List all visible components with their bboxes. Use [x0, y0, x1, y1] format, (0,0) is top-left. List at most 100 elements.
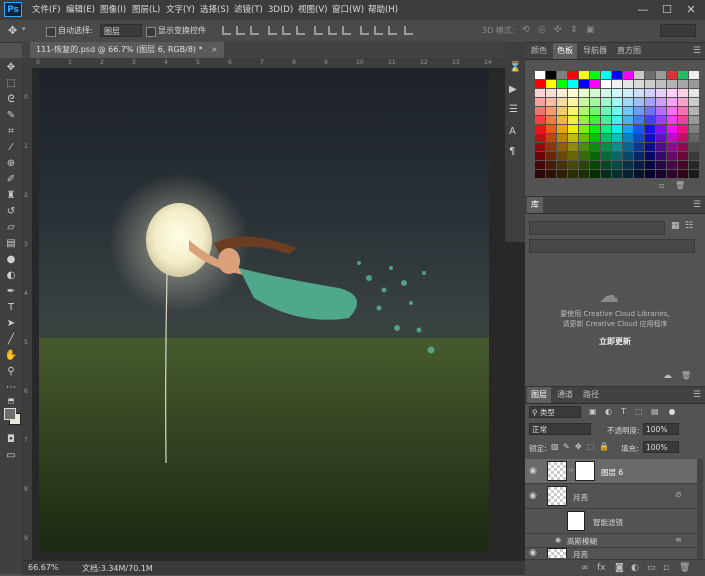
color-swatch[interactable] [667, 98, 677, 106]
menu-3d[interactable]: 3D(D) [268, 0, 293, 20]
color-swatch[interactable] [568, 116, 578, 124]
color-swatch[interactable] [612, 161, 622, 169]
lock-position-icon[interactable]: ✥ [575, 442, 582, 451]
color-swatch[interactable] [634, 161, 644, 169]
color-swatch[interactable] [645, 152, 655, 160]
color-swatch[interactable] [557, 161, 567, 169]
library-select[interactable] [529, 221, 665, 235]
color-swatch[interactable] [689, 134, 699, 142]
color-swatch[interactable] [546, 80, 556, 88]
color-swatch[interactable] [623, 98, 633, 106]
color-swatch[interactable] [645, 143, 655, 151]
color-swatch[interactable] [601, 152, 611, 160]
color-swatch[interactable] [568, 107, 578, 115]
color-swatch[interactable] [667, 152, 677, 160]
color-swatch[interactable] [645, 125, 655, 133]
color-swatch[interactable] [557, 143, 567, 151]
auto-align-icon[interactable] [404, 26, 413, 35]
color-swatch[interactable] [557, 89, 567, 97]
color-swatch[interactable] [590, 80, 600, 88]
color-swatch[interactable] [601, 89, 611, 97]
pen-tool-icon[interactable]: ✒ [3, 284, 19, 299]
marquee-tool-icon[interactable]: ⬚ [3, 76, 19, 91]
color-swatch[interactable] [557, 71, 567, 79]
color-swatch[interactable] [623, 170, 633, 178]
color-swatch[interactable] [689, 143, 699, 151]
layers-scrollbar[interactable] [697, 459, 703, 559]
color-swatch[interactable] [568, 143, 578, 151]
color-swatch[interactable] [590, 152, 600, 160]
document-image[interactable] [39, 68, 489, 552]
color-swatch[interactable] [579, 134, 589, 142]
menu-layer[interactable]: 图层(L) [132, 0, 160, 20]
color-swatch[interactable] [656, 125, 666, 133]
menu-filter[interactable]: 滤镜(T) [234, 0, 263, 20]
move-tool-icon[interactable]: ✥ [3, 60, 19, 75]
color-swatch[interactable] [612, 134, 622, 142]
path-select-tool-icon[interactable]: ➤ [3, 316, 19, 331]
color-swatch[interactable] [645, 89, 655, 97]
color-swatch[interactable] [601, 116, 611, 124]
color-swatch[interactable] [535, 89, 545, 97]
tab-paths[interactable]: 路径 [579, 387, 603, 403]
color-swatch[interactable] [689, 161, 699, 169]
document-tab[interactable]: 111-恢复的.psd @ 66.7% (图层 6, RGB/8) * × [30, 42, 224, 58]
tab-histogram[interactable]: 直方图 [613, 43, 645, 59]
menu-edit[interactable]: 编辑(E) [66, 0, 95, 20]
color-swatch[interactable] [645, 170, 655, 178]
lock-artboard-icon[interactable]: ⬚ [587, 442, 595, 451]
color-swatch[interactable] [590, 143, 600, 151]
color-swatch[interactable] [546, 107, 556, 115]
color-swatch[interactable] [656, 152, 666, 160]
color-swatch[interactable] [590, 98, 600, 106]
color-swatch[interactable] [667, 116, 677, 124]
color-swatch[interactable] [568, 71, 578, 79]
adjustment-layer-icon[interactable]: ◐ [631, 563, 639, 573]
menu-view[interactable]: 视图(V) [298, 0, 327, 20]
color-swatch[interactable] [612, 80, 622, 88]
color-swatch[interactable] [656, 170, 666, 178]
eyedropper-tool-icon[interactable]: ⁄ [3, 140, 19, 155]
color-swatch[interactable] [546, 134, 556, 142]
menu-type[interactable]: 文字(Y) [166, 0, 195, 20]
color-swatch[interactable] [601, 161, 611, 169]
color-swatch[interactable] [678, 152, 688, 160]
color-swatch[interactable] [623, 89, 633, 97]
blend-mode-dropdown[interactable]: 正常 [529, 423, 591, 435]
color-swatch[interactable] [590, 161, 600, 169]
filter-shape-icon[interactable]: ⬚ [635, 407, 643, 416]
color-swatch[interactable] [579, 125, 589, 133]
color-swatch[interactable] [689, 98, 699, 106]
color-swatch[interactable] [645, 80, 655, 88]
distribute-bottom-icon[interactable] [342, 26, 351, 35]
color-swatch[interactable] [623, 125, 633, 133]
minimize-button[interactable]: — [632, 0, 654, 20]
color-swatch[interactable] [579, 107, 589, 115]
add-mask-icon[interactable]: ◙ [615, 563, 624, 573]
color-swatch[interactable] [535, 134, 545, 142]
color-swatch[interactable] [601, 143, 611, 151]
close-window-button[interactable]: ✕ [680, 0, 702, 20]
smart-filter-row[interactable]: 智能滤镜 [525, 509, 697, 534]
color-swatch[interactable] [623, 107, 633, 115]
3d-rotate-icon[interactable]: ⟲ [522, 25, 530, 35]
filter-smart-object-icon[interactable]: ▤ [651, 407, 659, 416]
color-swatch[interactable] [667, 143, 677, 151]
distribute-right-icon[interactable] [388, 26, 397, 35]
color-swatch[interactable] [601, 80, 611, 88]
delete-layer-icon[interactable]: 🗑 [679, 563, 690, 573]
color-swatch[interactable] [634, 170, 644, 178]
color-swatch[interactable] [634, 71, 644, 79]
grid-view-icon[interactable]: ▦ [671, 221, 680, 231]
color-swatch[interactable] [678, 71, 688, 79]
more-tools-icon[interactable]: ⋯ [3, 380, 19, 395]
maximize-button[interactable]: ☐ [656, 0, 678, 20]
crop-tool-icon[interactable]: ⌗ [3, 124, 19, 139]
color-swatch[interactable] [612, 125, 622, 133]
smart-filter-mask-thumbnail[interactable] [567, 511, 585, 531]
swatches-menu-icon[interactable]: ☰ [693, 46, 701, 56]
color-swatch[interactable] [546, 71, 556, 79]
color-swatch[interactable] [667, 107, 677, 115]
color-swatch[interactable] [623, 161, 633, 169]
color-swatch[interactable] [535, 98, 545, 106]
